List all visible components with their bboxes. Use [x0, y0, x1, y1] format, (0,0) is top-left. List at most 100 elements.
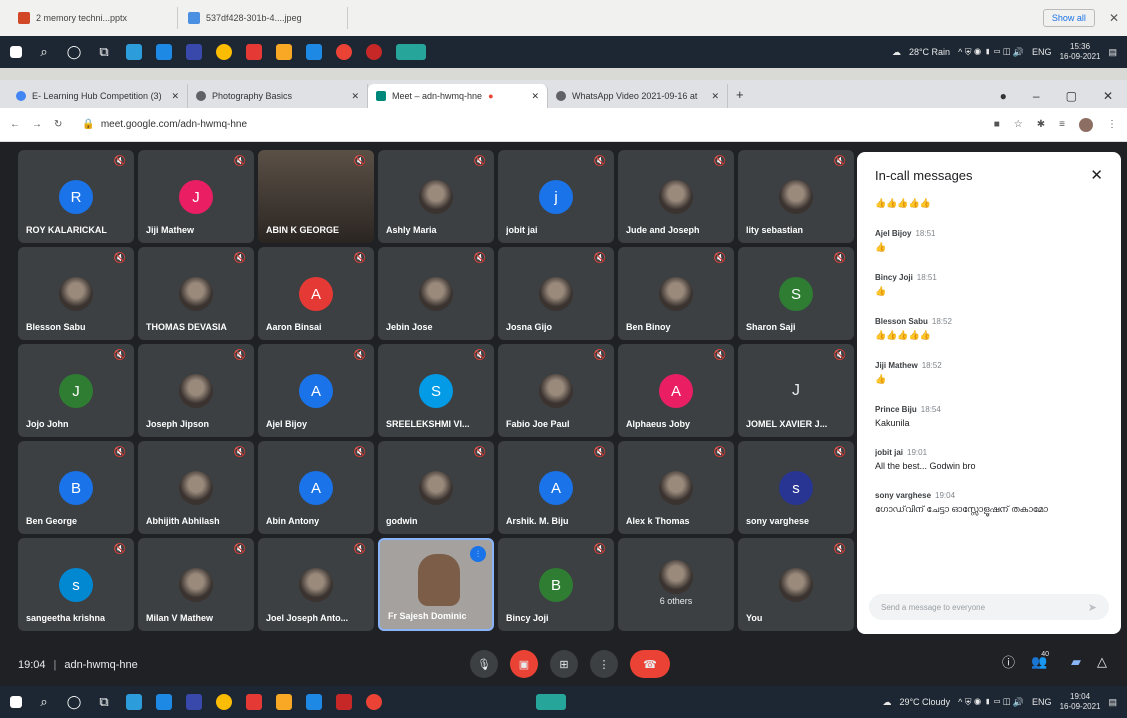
- participant-tile[interactable]: 6 others: [618, 538, 734, 631]
- store-icon[interactable]: [306, 694, 322, 710]
- browser-tab[interactable]: Photography Basics ✕: [188, 84, 368, 108]
- download-item[interactable]: 537df428-301b-4....jpeg: [178, 7, 348, 29]
- office-icon[interactable]: [246, 44, 262, 60]
- powerpoint-icon[interactable]: [366, 44, 382, 60]
- participant-tile[interactable]: 🔇 Blesson Sabu: [18, 247, 134, 340]
- close-tab-icon[interactable]: ✕: [351, 91, 359, 102]
- download-item[interactable]: 2 memory techni...pptx: [8, 7, 178, 29]
- participant-tile[interactable]: 🔇 Abhijith Abhilash: [138, 441, 254, 534]
- back-icon[interactable]: ←: [10, 119, 20, 130]
- edge-icon[interactable]: [126, 44, 142, 60]
- browser-tab[interactable]: E- Learning Hub Competition (3) ✕: [8, 84, 188, 108]
- participant-tile[interactable]: 🔇 A Arshik. M. Biju: [498, 441, 614, 534]
- participant-tile[interactable]: 🔇 Josna Gijo: [498, 247, 614, 340]
- windows-start-icon[interactable]: [10, 46, 22, 58]
- windows-start-icon[interactable]: [10, 696, 22, 708]
- participant-tile[interactable]: 🔇 j jobit jai: [498, 150, 614, 243]
- participant-tile[interactable]: 🔇 Joel Joseph Anto...: [258, 538, 374, 631]
- participant-tile[interactable]: 🔇 S Sharon Saji: [738, 247, 854, 340]
- show-all-button[interactable]: Show all: [1042, 9, 1095, 27]
- participant-tile[interactable]: 🔇 Jebin Jose: [378, 247, 494, 340]
- extensions-icon[interactable]: ✱: [1037, 119, 1045, 130]
- send-icon[interactable]: ➤: [1088, 601, 1097, 614]
- participant-tile[interactable]: 🔇 B Bincy Joji: [498, 538, 614, 631]
- store-icon[interactable]: [306, 44, 322, 60]
- reload-icon[interactable]: ↻: [54, 119, 62, 130]
- search-icon[interactable]: ⌕: [36, 694, 52, 710]
- tray-icons[interactable]: ^ ⛨ ◉ ▮ ▭ ◫ 🔊: [958, 47, 1024, 58]
- people-icon[interactable]: 👥40: [1031, 651, 1055, 670]
- participant-tile[interactable]: 🔇 Joseph Jipson: [138, 344, 254, 437]
- participant-tile[interactable]: 🔇 ABIN K GEORGE: [258, 150, 374, 243]
- weather-text[interactable]: 29°C Cloudy: [899, 697, 950, 707]
- participant-tile[interactable]: 🔇 s sony varghese: [738, 441, 854, 534]
- app-l-icon[interactable]: [156, 44, 172, 60]
- browser-tab-active[interactable]: Meet – adn-hwmq-hne ● ✕: [368, 84, 548, 108]
- meeting-details-icon[interactable]: ⓘ: [1002, 652, 1015, 671]
- folder-icon[interactable]: [276, 694, 292, 710]
- camera-indicator-icon[interactable]: ■: [994, 119, 1000, 130]
- app-icon[interactable]: [186, 694, 202, 710]
- pdf-app-icon[interactable]: [336, 694, 352, 710]
- participant-tile[interactable]: 🔇 B Ben George: [18, 441, 134, 534]
- participant-tile[interactable]: 🔇 THOMAS DEVASIA: [138, 247, 254, 340]
- close-icon[interactable]: ✕: [1109, 11, 1119, 25]
- participant-tile[interactable]: 🔇 A Alphaeus Joby: [618, 344, 734, 437]
- end-call-icon[interactable]: ☎: [630, 650, 670, 678]
- profile-avatar-icon[interactable]: [1079, 117, 1093, 132]
- participant-tile[interactable]: 🔇 You: [738, 538, 854, 631]
- chrome-icon[interactable]: [216, 694, 232, 710]
- bookmark-star-icon[interactable]: ☆: [1014, 119, 1023, 130]
- participant-tile[interactable]: 🔇 Fabio Joe Paul: [498, 344, 614, 437]
- language-indicator[interactable]: ENG: [1032, 47, 1052, 57]
- participant-tile[interactable]: 🔇 J Jiji Mathew: [138, 150, 254, 243]
- participant-tile[interactable]: 🔇 A Ajel Bijoy: [258, 344, 374, 437]
- search-icon[interactable]: ⌕: [36, 44, 52, 60]
- participant-tile[interactable]: 🔇 J Jojo John: [18, 344, 134, 437]
- notification-icon[interactable]: ▤: [1108, 47, 1117, 58]
- close-tab-icon[interactable]: ✕: [531, 91, 539, 102]
- chrome-icon[interactable]: [336, 44, 352, 60]
- participant-tile[interactable]: 🔇 J JOMEL XAVIER J...: [738, 344, 854, 437]
- participant-tile[interactable]: 🔇 s sangeetha krishna: [18, 538, 134, 631]
- participant-tile[interactable]: 🔇 R ROY KALARICKAL: [18, 150, 134, 243]
- activities-icon[interactable]: △: [1097, 654, 1107, 670]
- edge-icon[interactable]: [126, 694, 142, 710]
- participant-tile[interactable]: 🔇 godwin: [378, 441, 494, 534]
- task-view-icon[interactable]: ⧉: [96, 44, 112, 60]
- participant-tile[interactable]: 🔇 Milan V Mathew: [138, 538, 254, 631]
- app-l-icon[interactable]: [156, 694, 172, 710]
- participant-tile[interactable]: 🔇 Ashly Maria: [378, 150, 494, 243]
- new-tab-icon[interactable]: +: [728, 87, 752, 108]
- app-icon[interactable]: [186, 44, 202, 60]
- participant-tile[interactable]: 🔇 S SREELEKSHMI VI...: [378, 344, 494, 437]
- close-window-icon[interactable]: ✕: [1103, 89, 1113, 103]
- participant-tile[interactable]: 🔇 Jude and Joseph: [618, 150, 734, 243]
- notification-icon[interactable]: ▤: [1108, 697, 1117, 708]
- forward-icon[interactable]: →: [32, 119, 42, 130]
- reading-list-icon[interactable]: ≡: [1059, 119, 1065, 130]
- folder-icon[interactable]: [276, 44, 292, 60]
- chrome-icon[interactable]: [366, 694, 382, 710]
- maximize-icon[interactable]: ▢: [1066, 89, 1077, 103]
- task-view-icon[interactable]: ⧉: [96, 694, 112, 710]
- video-app-icon[interactable]: [396, 44, 426, 60]
- url-field[interactable]: 🔒 meet.google.com/adn-hwmq-hne: [74, 114, 494, 136]
- close-icon[interactable]: ✕: [1090, 166, 1103, 184]
- camera-off-icon[interactable]: ▣: [510, 650, 538, 678]
- clock[interactable]: 19:04 16-09-2021: [1060, 692, 1101, 712]
- weather-text[interactable]: 28°C Rain: [909, 47, 950, 57]
- participant-tile[interactable]: 🔇 A Aaron Binsai: [258, 247, 374, 340]
- language-indicator[interactable]: ENG: [1032, 697, 1052, 707]
- profile-dot-icon[interactable]: ●: [1000, 89, 1007, 103]
- participant-tile[interactable]: 🔇 A Abin Antony: [258, 441, 374, 534]
- participant-tile[interactable]: 🔇 lity sebastian: [738, 150, 854, 243]
- office-icon[interactable]: [246, 694, 262, 710]
- chrome-icon[interactable]: [216, 44, 232, 60]
- chat-icon[interactable]: ▰: [1071, 654, 1081, 670]
- message-list[interactable]: 👍👍👍👍👍 Ajel Bijoy 18:51 👍 Bincy Joji 18:51 👍 Ble…: [875, 194, 1103, 594]
- menu-icon[interactable]: ⋮: [1107, 119, 1117, 130]
- cortana-icon[interactable]: ◯: [66, 694, 82, 710]
- browser-tab[interactable]: WhatsApp Video 2021-09-16 at ✕: [548, 84, 728, 108]
- close-tab-icon[interactable]: ✕: [711, 91, 719, 102]
